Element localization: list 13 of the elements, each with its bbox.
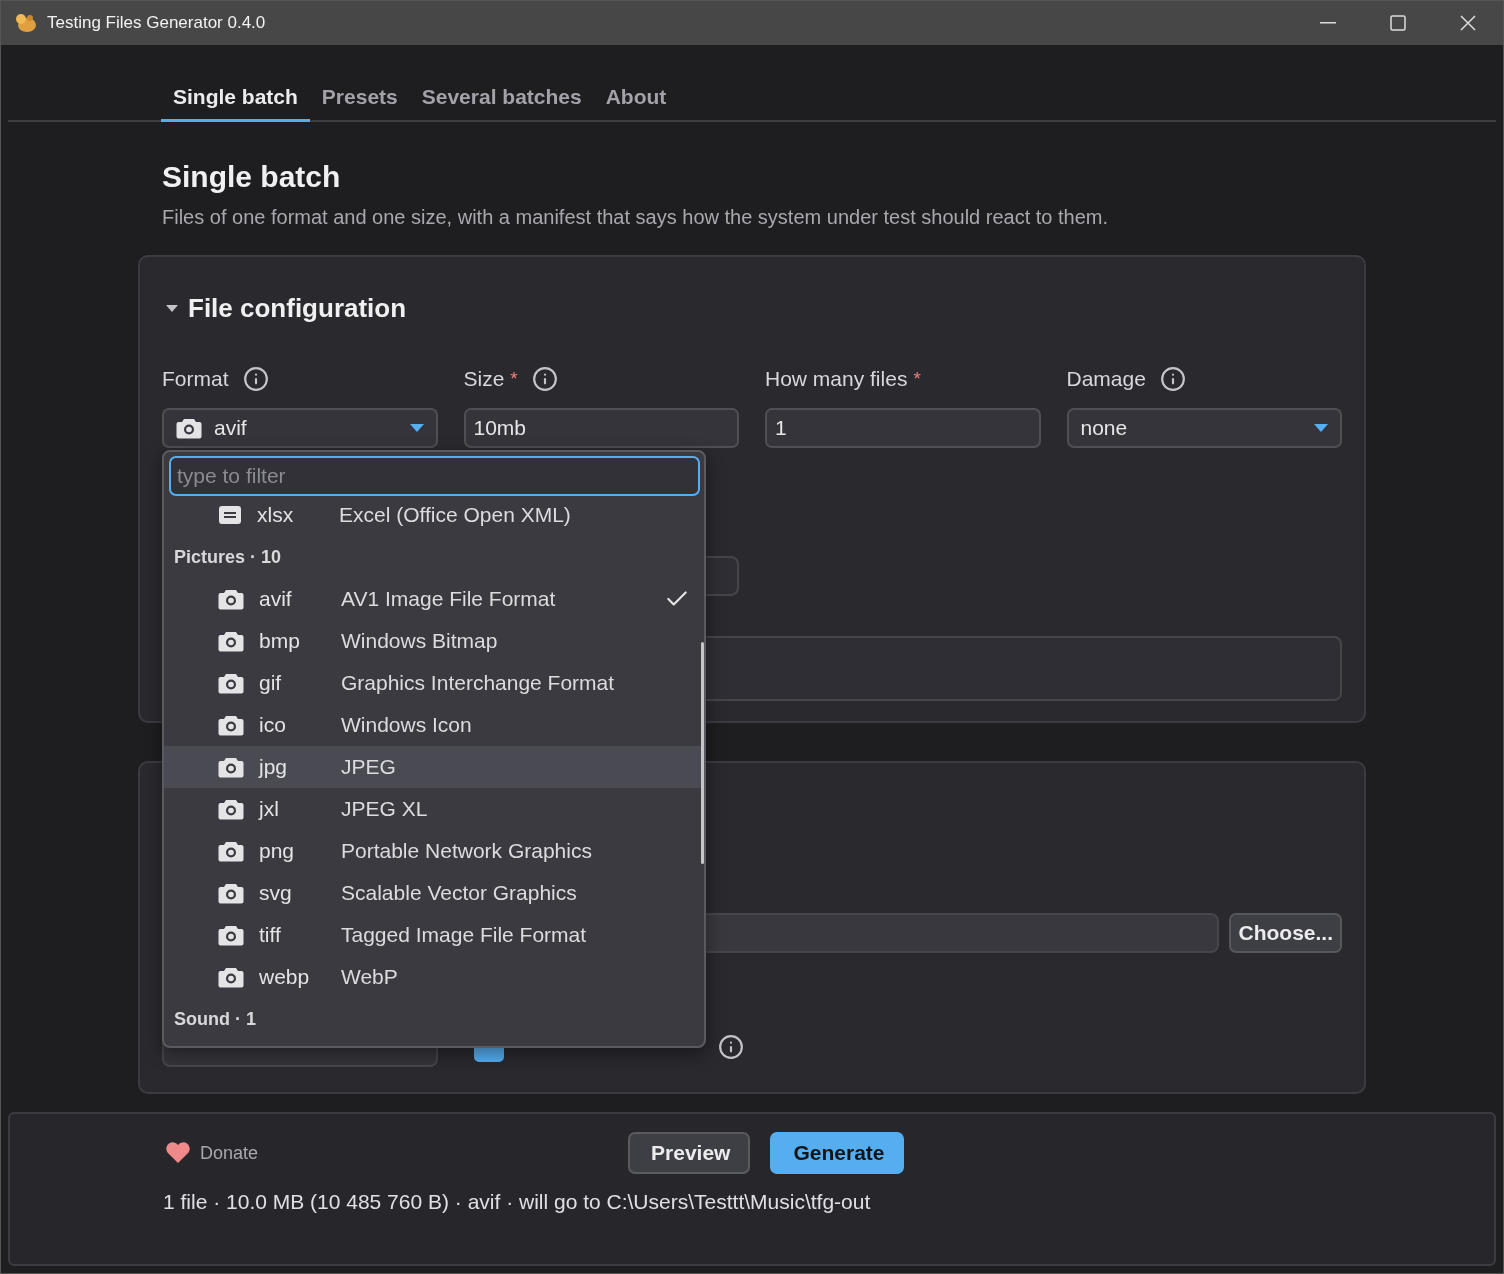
required-mark: * [510, 368, 518, 390]
window-title: Testing Files Generator 0.4.0 [47, 13, 267, 33]
group-header: Sound · 1 [173, 1007, 257, 1031]
page-title: Single batch [162, 160, 342, 194]
field-label: Damage [1066, 367, 1146, 391]
field-label: Size [463, 367, 505, 391]
section-title: File configuration [188, 293, 407, 324]
page-description: Files of one format and one size, with a manifest that says how the system under test should react to them. [162, 206, 1110, 229]
field-label: Format [162, 367, 229, 391]
summary-text: 1 file · 10.0 MB (10 485 760 B) · avif · will go to C:\Users\Testtt\Music\tfg-out [163, 1190, 872, 1214]
group-header: Pictures · 10 [173, 545, 283, 569]
required-mark: * [913, 368, 921, 390]
field-label: How many files [765, 367, 908, 391]
